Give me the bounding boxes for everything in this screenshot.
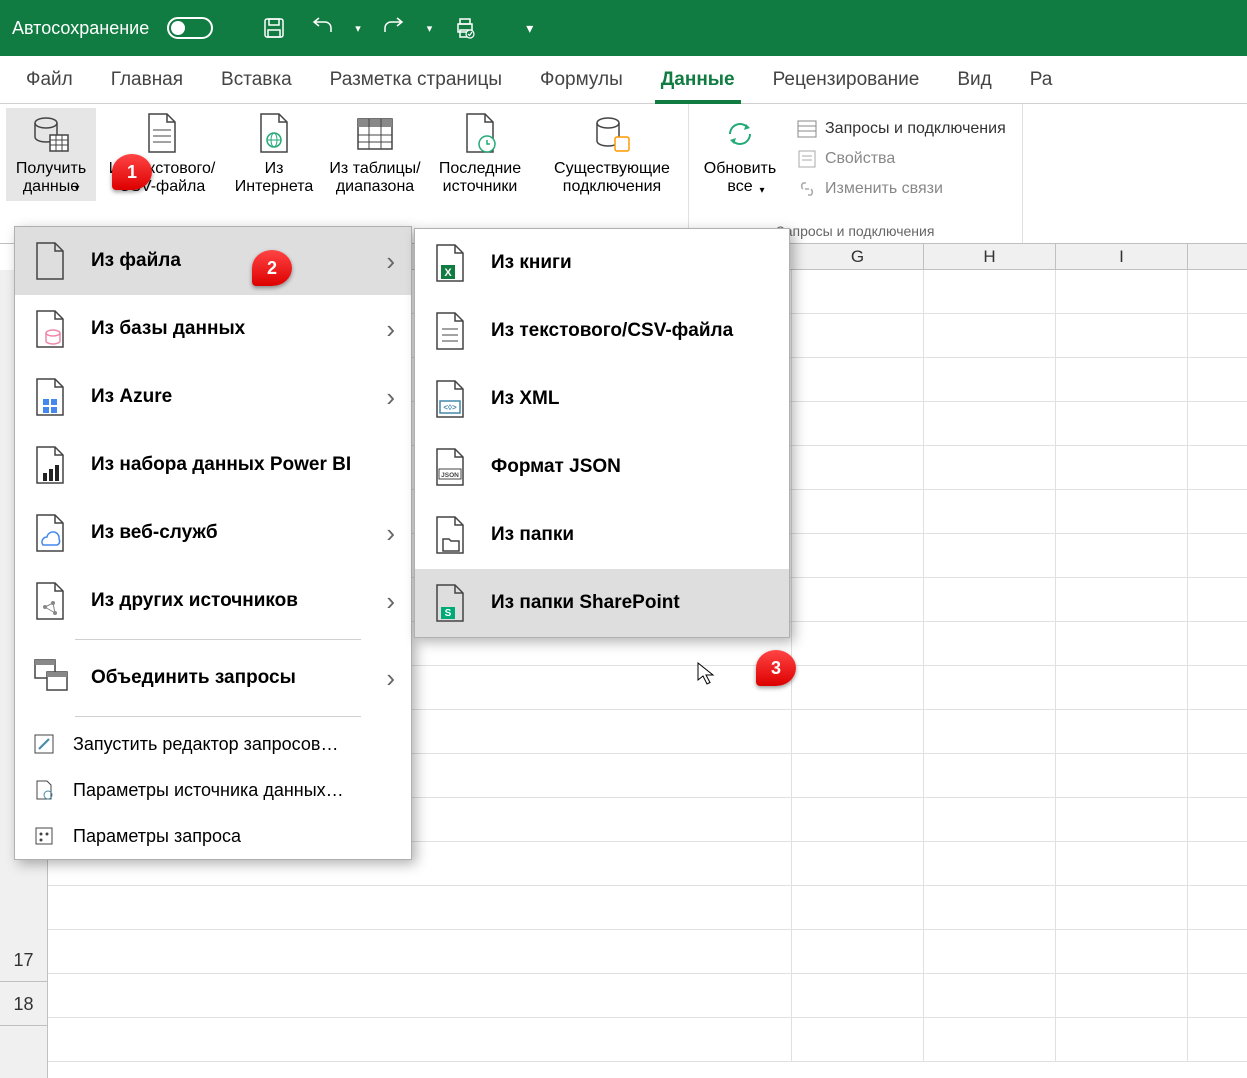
badge-3: 3 — [756, 650, 796, 686]
svg-text:X: X — [444, 267, 452, 279]
tab-extra[interactable]: Ра — [1014, 59, 1069, 103]
svg-text:<◊>: <◊> — [443, 403, 457, 412]
tab-view[interactable]: Вид — [941, 59, 1007, 103]
from-table-button[interactable]: Из таблицы/ диапазона — [322, 108, 428, 201]
print-icon[interactable] — [450, 13, 480, 43]
queries-connections-button[interactable]: Запросы и подключения — [797, 114, 1006, 144]
menu-combine[interactable]: Объединить запросы — [15, 644, 411, 712]
undo-dropdown-icon[interactable]: ▾ — [355, 22, 361, 35]
properties-button[interactable]: Свойства — [797, 144, 1006, 174]
edit-links-button[interactable]: Изменить связи — [797, 174, 1006, 204]
table-icon — [353, 112, 397, 156]
submenu-from-sharepoint[interactable]: S Из папки SharePoint — [415, 569, 789, 637]
file-xml-icon: <◊> — [433, 379, 467, 419]
menu-from-other[interactable]: Из других источников — [15, 567, 411, 635]
redo-icon[interactable] — [379, 13, 409, 43]
file-web-icon — [252, 112, 296, 156]
query-params-icon — [33, 825, 55, 847]
submenu-from-xml[interactable]: <◊> Из XML — [415, 365, 789, 433]
submenu-from-json[interactable]: JSON Формат JSON — [415, 433, 789, 501]
file-text-icon — [433, 311, 467, 351]
existing-connections-button[interactable]: Существующие подключения — [542, 108, 682, 201]
file-csv-icon — [140, 112, 184, 156]
link-icon — [797, 179, 817, 199]
file-azure-icon — [33, 377, 67, 417]
badge-1: 1 — [112, 154, 152, 190]
badge-2: 2 — [252, 250, 292, 286]
chevron-down-icon: ▾ — [74, 183, 79, 195]
file-cloud-icon — [33, 513, 67, 553]
menu-from-file[interactable]: Из файла — [15, 227, 411, 295]
file-powerbi-icon — [33, 445, 67, 485]
submenu-from-folder[interactable]: Из папки — [415, 501, 789, 569]
file-other-icon — [33, 581, 67, 621]
from-file-submenu: X Из книги Из текстового/CSV-файла <◊> И… — [414, 228, 790, 638]
undo-icon[interactable] — [307, 13, 337, 43]
ribbon: Получить данные ▾ Из текстового/ CSV-фай… — [0, 104, 1247, 244]
submenu-from-workbook[interactable]: X Из книги — [415, 229, 789, 297]
tab-insert[interactable]: Вставка — [205, 59, 308, 103]
column-header[interactable]: H — [924, 244, 1056, 269]
ribbon-tabs: Файл Главная Вставка Разметка страницы Ф… — [0, 56, 1247, 104]
get-data-button[interactable]: Получить данные ▾ — [6, 108, 96, 201]
database-icon — [29, 112, 73, 156]
tab-data[interactable]: Данные — [645, 59, 751, 103]
tab-page-layout[interactable]: Разметка страницы — [314, 59, 518, 103]
tab-formulas[interactable]: Формулы — [524, 59, 639, 103]
file-db-icon — [33, 309, 67, 349]
autosave-toggle[interactable] — [167, 17, 213, 39]
menu-from-web-services[interactable]: Из веб-служб — [15, 499, 411, 567]
menu-from-azure[interactable]: Из Azure — [15, 363, 411, 431]
row-header[interactable]: 18 — [0, 982, 47, 1026]
row-header[interactable]: 17 — [0, 938, 47, 982]
menu-launch-editor[interactable]: Запустить редактор запросов… — [15, 721, 411, 767]
from-web-button[interactable]: Из Интернета — [228, 108, 320, 201]
column-header[interactable]: G — [792, 244, 924, 269]
menu-from-powerbi[interactable]: Из набора данных Power BI — [15, 431, 411, 499]
refresh-icon — [718, 112, 762, 156]
file-sharepoint-icon: S — [433, 583, 467, 623]
save-icon[interactable] — [259, 13, 289, 43]
qat-customize-icon[interactable]: ▾ — [526, 20, 533, 37]
menu-from-database[interactable]: Из базы данных — [15, 295, 411, 363]
props-icon — [797, 149, 817, 169]
cursor-icon — [697, 662, 715, 686]
file-folder-icon — [433, 515, 467, 555]
tab-file[interactable]: Файл — [10, 59, 89, 103]
file-json-icon: JSON — [433, 447, 467, 487]
db-link-icon — [590, 112, 634, 156]
recent-sources-button[interactable]: Последние источники — [430, 108, 530, 201]
menu-source-params[interactable]: Параметры источника данных… — [15, 767, 411, 813]
list-icon — [797, 119, 817, 139]
svg-text:S: S — [445, 608, 452, 619]
refresh-all-button[interactable]: Обновить все ▾ — [695, 108, 785, 210]
file-excel-icon: X — [433, 243, 467, 283]
svg-text:JSON: JSON — [441, 472, 459, 479]
source-params-icon — [33, 779, 55, 801]
titlebar: Автосохранение ▾ ▾ ▾ — [0, 0, 1247, 56]
chevron-down-icon: ▾ — [759, 185, 764, 197]
column-header[interactable]: I — [1056, 244, 1188, 269]
editor-icon — [33, 733, 55, 755]
get-data-menu: Из файла Из базы данных Из Azure Из набо… — [14, 226, 412, 860]
tab-home[interactable]: Главная — [95, 59, 199, 103]
submenu-from-csv[interactable]: Из текстового/CSV-файла — [415, 297, 789, 365]
file-clock-icon — [458, 112, 502, 156]
file-icon — [33, 241, 67, 281]
tab-review[interactable]: Рецензирование — [757, 59, 936, 103]
combine-icon — [33, 658, 67, 698]
redo-dropdown-icon[interactable]: ▾ — [427, 22, 433, 35]
autosave-label: Автосохранение — [12, 18, 149, 39]
menu-query-params[interactable]: Параметры запроса — [15, 813, 411, 859]
